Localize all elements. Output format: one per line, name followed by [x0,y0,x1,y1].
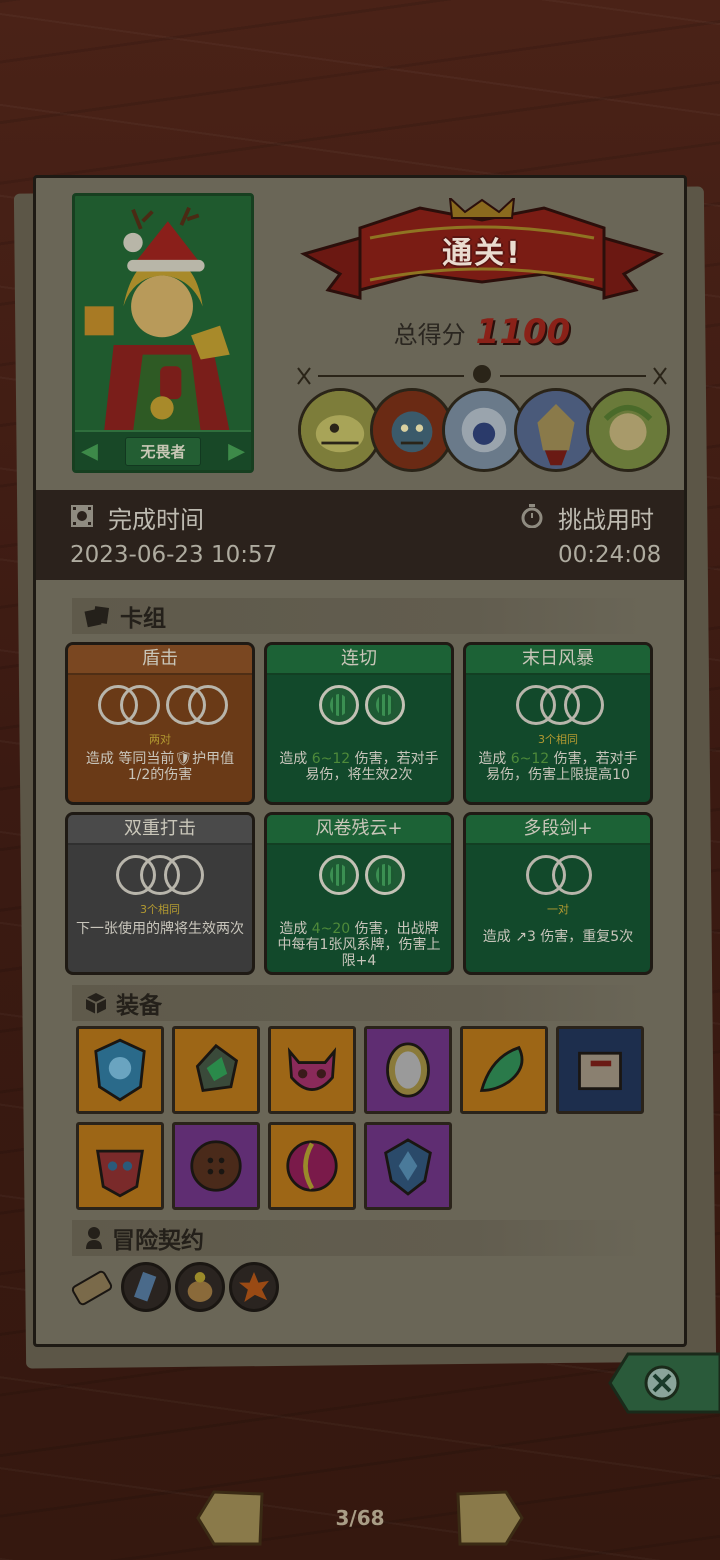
score-label: 总得分 [393,321,466,349]
deck-section-title: 卡组 [120,606,166,632]
equipment-section-title: 装备 [116,993,162,1019]
dice-slots [68,685,252,737]
swirl-orb-icon[interactable] [268,1122,356,1210]
card-title: 盾击 [68,645,252,675]
card-description: 造成 6~12 伤害，若对手 易伤，伤害上限提高10 [478,751,638,783]
box-icon [85,993,107,1014]
dice-slots [68,855,252,907]
contract-section-title: 冒险契约 [112,1228,204,1254]
deck-section-header: 卡组 [72,598,646,634]
card-description: 下一张使用的牌将生效两次 [76,921,244,937]
card-double-cut[interactable]: 连切 造成 6~12 伤害，若对手 易伤，将生效2次 [264,642,454,805]
boss-forest-elf-icon[interactable] [586,388,670,472]
card-description: 造成 ↗3 伤害，重复5次 [482,929,634,945]
page-indicator: 3/68 [335,1506,385,1530]
hero-name: 无畏者 [125,436,201,466]
time-band: 完成时间 2023-06-23 10:57 挑战用时 00:24:08 [36,490,684,580]
challenge-time-label: 挑战用时 [558,506,654,534]
finish-time-value: 2023-06-23 10:57 [70,542,278,568]
card-double-strike[interactable]: 双重打击 3个相同 下一张使用的牌将生效两次 [65,812,255,975]
hero-card[interactable]: ◀ 无畏者 ▶ [72,193,254,473]
card-description: 造成 4~20 伤害，出战牌中每有1张风系牌，伤害上限+4 [277,921,441,969]
hero-portrait [75,199,251,433]
prev-page-button[interactable] [196,1490,264,1546]
fire-burst-icon[interactable] [229,1262,279,1312]
card-title: 末日风暴 [466,645,650,675]
card-wind-sweep[interactable]: 风卷残云+ 造成 4~20 伤害，出战牌中每有1张风系牌，伤害上限+4 [264,812,454,975]
challenge-time-value: 00:24:08 [558,542,662,568]
card-title: 连切 [267,645,451,675]
hero-nameplate: ◀ 无畏者 ▶ [75,430,251,470]
card-title: 双重打击 [68,815,252,845]
finish-time-label: 完成时间 [108,506,204,534]
next-hero-arrow-icon[interactable]: ▶ [228,439,245,464]
tribal-mask-icon[interactable] [76,1122,164,1210]
dice-slots [466,685,650,737]
card-title: 多段剑+ [466,815,650,845]
boss-divider [297,365,667,385]
ice-shield-icon[interactable] [76,1026,164,1114]
contract-scroll-icon[interactable] [66,1262,118,1314]
prev-hero-arrow-icon[interactable]: ◀ [81,439,98,464]
victory-title: 通关! [442,236,522,271]
demon-mask-icon[interactable] [268,1026,356,1114]
dice-slots [267,685,451,737]
card-description: 造成 6~12 伤害，若对手 易伤，将生效2次 [279,751,439,783]
defeated-bosses [296,388,672,474]
scroll-icon[interactable] [556,1026,644,1114]
ice-rune-icon[interactable] [121,1262,171,1312]
button-disc-icon[interactable] [172,1122,260,1210]
crystal-shield-icon[interactable] [364,1122,452,1210]
person-icon [86,1227,102,1249]
card-multi-sword[interactable]: 多段剑+ 一对 造成 ↗3 伤害，重复5次 [463,812,653,975]
close-button[interactable] [608,1352,720,1414]
equipment-section-header: 装备 [72,985,646,1021]
card-title: 风卷残云+ [267,815,451,845]
next-page-button[interactable] [456,1490,524,1546]
card-description: 造成 等同当前🛡护甲值1/2的伤害 [85,751,235,783]
card-shield-bash[interactable]: 盾击 两对 造成 等同当前🛡护甲值1/2的伤害 [65,642,255,805]
dice-slots [267,855,451,907]
green-gem-icon[interactable] [172,1026,260,1114]
score-row: 总得分 1100 [300,312,664,352]
leaf-sprite-icon[interactable] [460,1026,548,1114]
contract-section-header: 冒险契约 [72,1220,646,1256]
score-value: 1100 [475,312,571,352]
potion-sack-icon[interactable] [175,1262,225,1312]
film-clock-icon [71,505,93,527]
card-doom-storm[interactable]: 末日风暴 3个相同 造成 6~12 伤害，若对手 易伤，伤害上限提高10 [463,642,653,805]
stopwatch-icon [521,504,543,528]
magic-mirror-icon[interactable] [364,1026,452,1114]
cards-icon [84,606,110,628]
dice-slots [466,855,650,907]
